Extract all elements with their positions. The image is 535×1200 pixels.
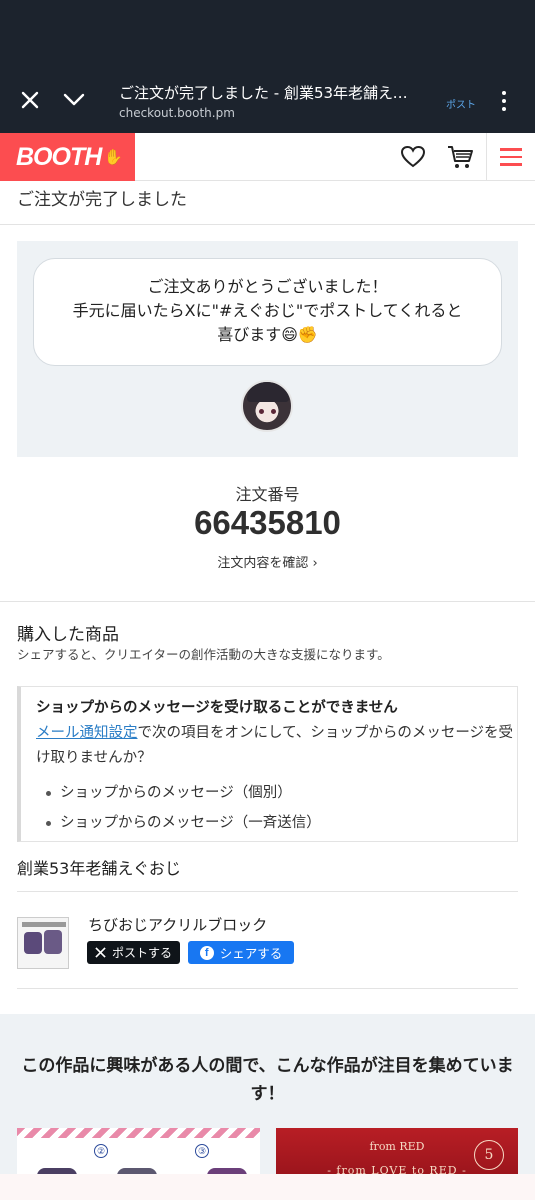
view-order-link-text: 注文内容を確認 [217,556,309,571]
share-facebook-button[interactable]: f シェアする [188,941,294,964]
purchased-title: 購入した商品 [17,625,119,645]
post-to-x-button[interactable]: ポストする [87,941,180,964]
view-order-link[interactable]: 注文内容を確認 › [0,552,535,571]
thanks-line-2: 手元に届いたらXに"#えぐおじ"でポストしてくれると [72,301,463,320]
recommendation-section: この作品に興味がある人の間で、こんな作品が注目を集めています！ ② ③ from… [0,1014,535,1200]
notice-list-item: ショップからのメッセージ（個別） [36,778,517,808]
divider [0,601,535,602]
item-name[interactable]: ちびおじアクリルブロック [88,914,267,935]
logo-text: BOOTH [16,142,102,171]
divider [17,988,518,989]
facebook-icon: f [199,945,214,960]
notice-list: ショップからのメッセージ（個別） ショップからのメッセージ（一斉送信） [36,778,517,838]
mail-settings-link[interactable]: メール通知設定 [36,725,138,741]
order-number-label: 注文番号 [235,485,300,504]
hamburger-menu-icon[interactable] [486,133,535,181]
order-number: 66435810 [194,504,341,541]
anniversary-seal: 5 [474,1140,504,1170]
notice-list-item: ショップからのメッセージ（一斉送信） [36,808,517,838]
shop-avatar [241,380,293,432]
thanks-line-1: ご注文ありがとうございました！ [147,277,388,296]
logo-hand-icon: ✋ [104,149,123,166]
browser-page-title: ご注文が完了しました - 創業53年老舗えぐおじ [119,84,419,102]
chevron-down-icon[interactable] [58,84,90,116]
item-thumbnail[interactable] [17,917,69,969]
site-header: BOOTH ✋ [0,133,535,181]
purchased-subtitle: シェアすると、クリエイターの創作活動の大きな支援になります。 [17,647,390,662]
thanks-panel: ご注文ありがとうございました！ 手元に届いたらXに"#えぐおじ"でポストしてくれ… [17,241,518,457]
x-logo-icon [95,947,106,958]
shop-name[interactable]: 創業53年老舗えぐおじ [17,855,181,879]
thanks-line-3: 喜びます😄✊ [217,325,318,344]
bottom-bar [0,1174,535,1200]
browser-url: checkout.booth.pm [119,106,235,120]
browser-toolbar: ご注文が完了しました - 創業53年老舗えぐおじ checkout.booth.… [0,0,535,133]
booth-logo[interactable]: BOOTH ✋ [0,133,135,181]
notice-heading: ショップからのメッセージを受け取ることができません [36,700,398,716]
close-icon[interactable] [14,84,46,116]
post-button-label: ポストする [111,946,172,960]
card-number: ③ [195,1144,209,1158]
card-number: ② [94,1144,108,1158]
page-title: ご注文が完了しました [0,181,535,225]
share-button-label: シェアする [219,946,283,961]
message-notice: ショップからのメッセージを受け取ることができません メール通知設定で次の項目をオ… [17,686,518,842]
browser-post-label[interactable]: ポスト [446,96,476,111]
thanks-speech-bubble: ご注文ありがとうございました！ 手元に届いたらXに"#えぐおじ"でポストしてくれ… [33,258,502,366]
notice-body: メール通知設定で次の項目をオンにして、ショップからのメッセージを受け取りませんか… [36,721,517,771]
more-options-icon[interactable] [490,86,518,116]
recommendation-heading: この作品に興味がある人の間で、こんな作品が注目を集めています！ [21,1056,514,1104]
divider [17,891,518,892]
heart-icon[interactable] [395,139,431,175]
cart-icon[interactable] [442,139,478,175]
chevron-right-icon: › [312,556,318,571]
